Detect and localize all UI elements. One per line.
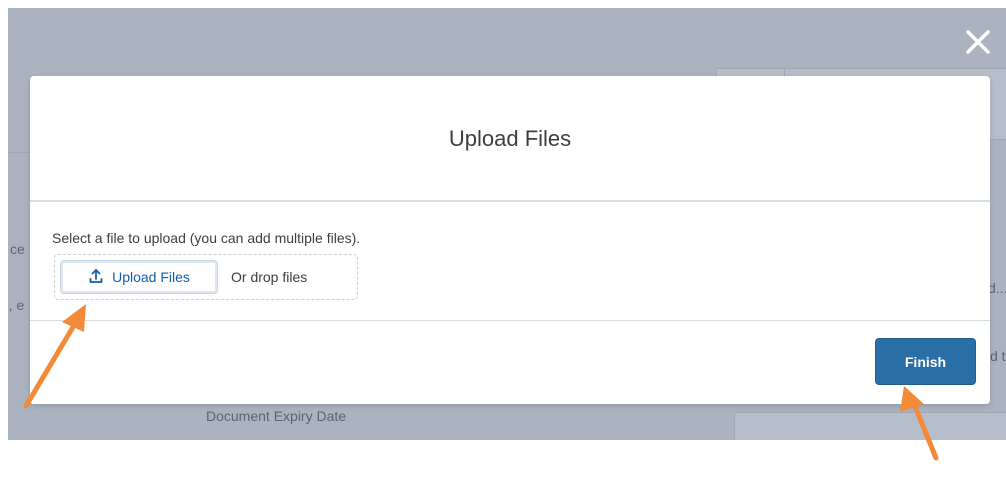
modal-footer: Finish bbox=[30, 321, 990, 404]
drop-files-label: Or drop files bbox=[231, 269, 308, 285]
background-text: d... bbox=[988, 280, 1006, 296]
screenshot: ce ', e d... d t Document Expiry Date Up… bbox=[0, 0, 1006, 490]
background-divider bbox=[8, 152, 30, 153]
file-dropzone[interactable]: Upload Files Or drop files bbox=[54, 254, 358, 300]
background-text: ', e bbox=[8, 297, 25, 313]
close-icon[interactable] bbox=[962, 26, 994, 58]
modal-body: Select a file to upload (you can add mul… bbox=[30, 202, 990, 321]
background-field-label: Document Expiry Date bbox=[206, 408, 347, 424]
upload-hint: Select a file to upload (you can add mul… bbox=[52, 230, 361, 246]
modal-title: Upload Files bbox=[448, 126, 572, 151]
background-text: d t bbox=[990, 348, 1006, 364]
background-text: ce bbox=[10, 241, 25, 257]
upload-icon bbox=[88, 268, 104, 287]
upload-files-modal: Upload Files Select a file to upload (yo… bbox=[30, 76, 990, 404]
modal-header: Upload Files bbox=[30, 76, 990, 202]
upload-files-button-label: Upload Files bbox=[112, 269, 190, 285]
upload-files-button[interactable]: Upload Files bbox=[60, 260, 218, 294]
background-panel bbox=[734, 412, 1006, 440]
finish-button[interactable]: Finish bbox=[875, 338, 976, 385]
